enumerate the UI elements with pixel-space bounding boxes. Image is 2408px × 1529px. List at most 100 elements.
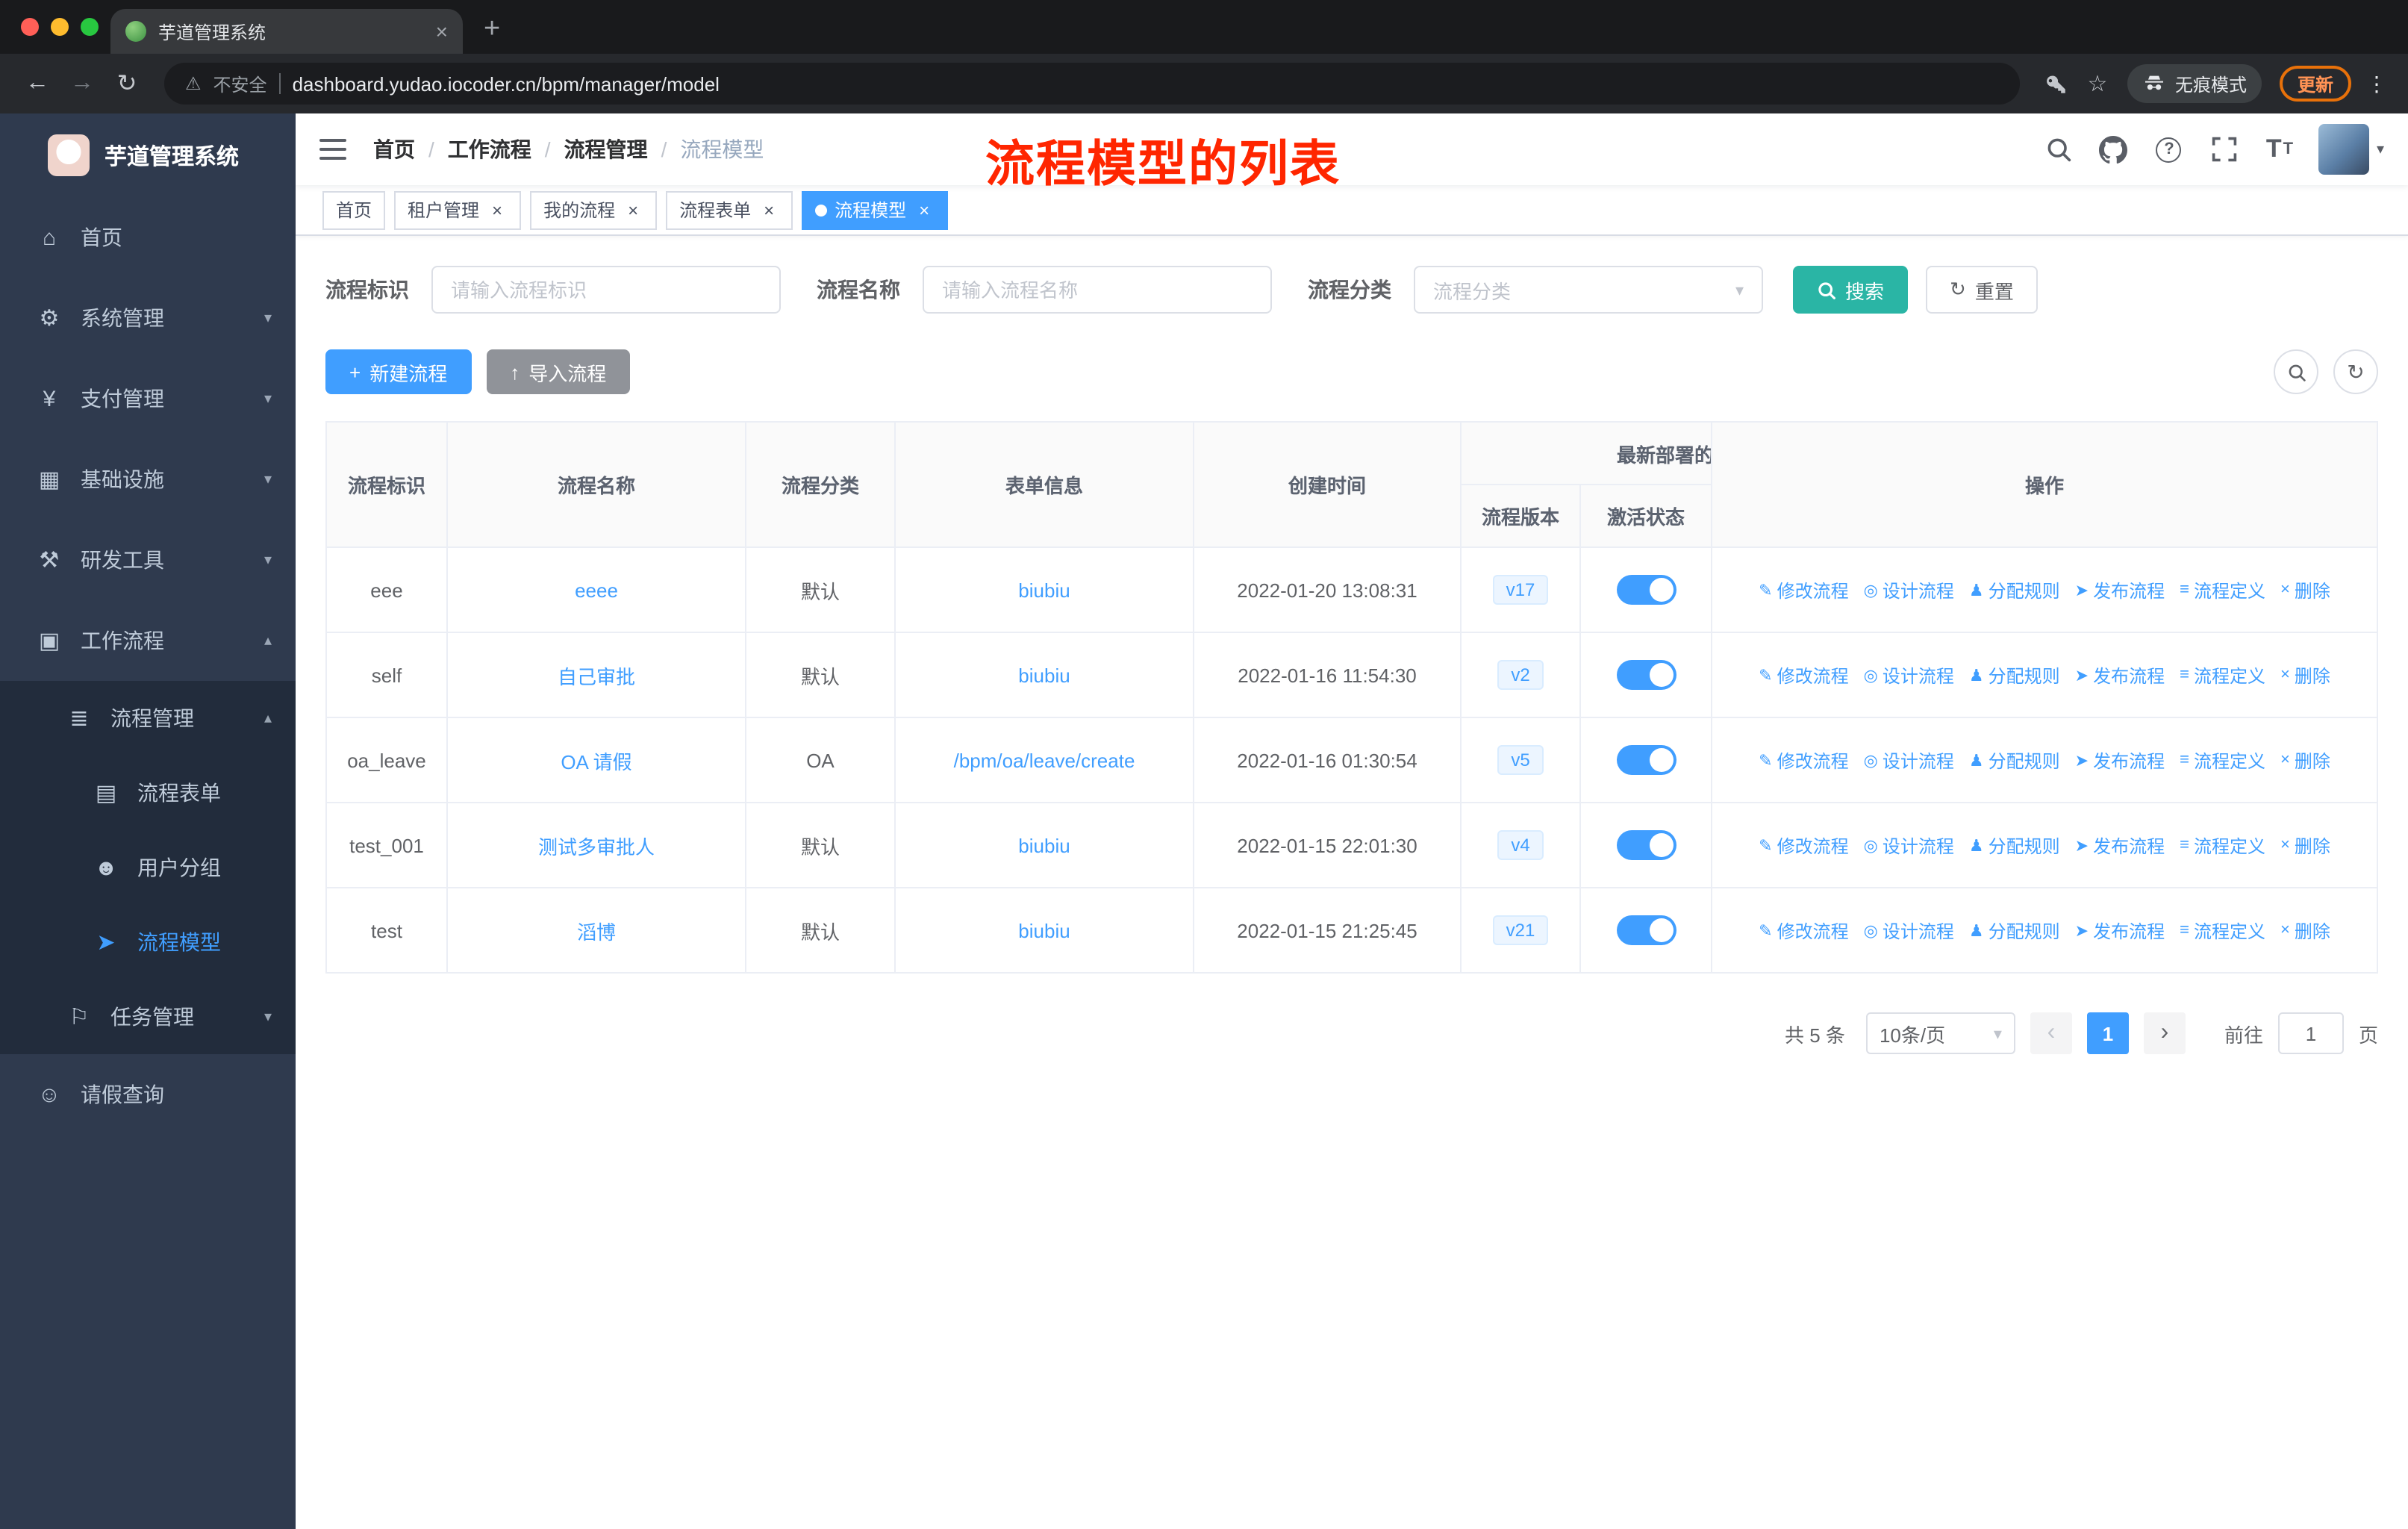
process-name-input[interactable] [923, 266, 1272, 314]
user-avatar[interactable]: ▾ [2318, 124, 2384, 175]
minimize-window-button[interactable] [51, 18, 69, 36]
form-info-link[interactable]: /bpm/oa/leave/create [954, 749, 1135, 771]
sidebar-item-dev-tools[interactable]: ⚒ 研发工具 ▾ [0, 520, 296, 600]
sidebar-item-process-form[interactable]: ▤ 流程表单 [0, 756, 296, 830]
form-info-link[interactable]: biubiu [1018, 664, 1070, 686]
active-toggle[interactable] [1616, 830, 1676, 860]
publish-process-action[interactable]: ➤ 发布流程 [2075, 577, 2165, 602]
process-definition-action[interactable]: ≡ 流程定义 [2180, 832, 2265, 858]
active-toggle[interactable] [1616, 745, 1676, 775]
delete-action[interactable]: × 删除 [2280, 747, 2330, 773]
security-label[interactable]: 不安全 [213, 71, 267, 96]
process-category-select[interactable]: 流程分类 ▾ [1414, 266, 1763, 314]
tag-close-icon[interactable]: × [758, 199, 779, 220]
refresh-table-button[interactable]: ↻ [2333, 349, 2378, 394]
modify-process-action[interactable]: ✎ 修改流程 [1759, 918, 1848, 943]
sidebar-item-system-management[interactable]: ⚙ 系统管理 ▾ [0, 278, 296, 358]
design-process-action[interactable]: ◎ 设计流程 [1864, 918, 1954, 943]
tag-close-icon[interactable]: × [487, 199, 508, 220]
sidebar-item-infrastructure[interactable]: ▦ 基础设施 ▾ [0, 439, 296, 520]
version-badge[interactable]: v4 [1497, 830, 1544, 860]
address-bar[interactable]: ⚠ 不安全 dashboard.yudao.iocoder.cn/bpm/man… [164, 63, 2020, 105]
sidebar-toggle-button[interactable] [319, 139, 346, 160]
version-badge[interactable]: v17 [1492, 575, 1549, 605]
new-tab-button[interactable]: + [484, 9, 500, 51]
tag-tenant-management[interactable]: 租户管理 × [394, 190, 522, 229]
form-info-link[interactable]: biubiu [1018, 919, 1070, 941]
create-process-button[interactable]: + 新建流程 [325, 349, 472, 394]
reset-button[interactable]: ↻ 重置 [1926, 266, 2038, 314]
assign-rule-action[interactable]: ♟ 分配规则 [1969, 832, 2060, 858]
publish-process-action[interactable]: ➤ 发布流程 [2075, 832, 2165, 858]
fullscreen-icon[interactable] [2208, 133, 2241, 166]
sidebar-item-process-model[interactable]: ➤ 流程模型 [0, 905, 296, 980]
modify-process-action[interactable]: ✎ 修改流程 [1759, 577, 1848, 602]
assign-rule-action[interactable]: ♟ 分配规则 [1969, 662, 2060, 688]
github-icon[interactable] [2097, 133, 2130, 166]
assign-rule-action[interactable]: ♟ 分配规则 [1969, 577, 2060, 602]
modify-process-action[interactable]: ✎ 修改流程 [1759, 662, 1848, 688]
process-name-link[interactable]: 测试多审批人 [538, 835, 655, 858]
font-size-icon[interactable]: TT [2263, 133, 2296, 166]
design-process-action[interactable]: ◎ 设计流程 [1864, 662, 1954, 688]
design-process-action[interactable]: ◎ 设计流程 [1864, 832, 1954, 858]
forward-button[interactable]: → [63, 70, 102, 97]
url-text[interactable]: dashboard.yudao.iocoder.cn/bpm/manager/m… [293, 72, 720, 95]
zoom-window-button[interactable] [81, 18, 99, 36]
design-process-action[interactable]: ◎ 设计流程 [1864, 577, 1954, 602]
sidebar-item-task-management[interactable]: ⚐ 任务管理 ▾ [0, 980, 296, 1054]
tag-my-process[interactable]: 我的流程 × [530, 190, 658, 229]
breadcrumb-home[interactable]: 首页 [373, 134, 415, 164]
bookmark-star-icon[interactable]: ☆ [2080, 70, 2115, 97]
back-button[interactable]: ← [18, 70, 57, 97]
goto-page-input[interactable] [2277, 1012, 2344, 1054]
tag-process-model[interactable]: 流程模型 × [802, 190, 949, 229]
browser-tab[interactable]: 芋道管理系统 × [110, 9, 463, 54]
sidebar-item-payment-management[interactable]: ¥ 支付管理 ▾ [0, 358, 296, 439]
next-page-button[interactable]: › [2143, 1012, 2186, 1054]
tag-process-form[interactable]: 流程表单 × [666, 190, 793, 229]
sidebar-item-home[interactable]: ⌂ 首页 [0, 197, 296, 278]
design-process-action[interactable]: ◎ 设计流程 [1864, 747, 1954, 773]
publish-process-action[interactable]: ➤ 发布流程 [2075, 662, 2165, 688]
process-definition-action[interactable]: ≡ 流程定义 [2180, 662, 2265, 688]
tab-close-icon[interactable]: × [436, 19, 448, 43]
active-toggle[interactable] [1616, 915, 1676, 945]
version-badge[interactable]: v5 [1497, 745, 1544, 775]
process-definition-action[interactable]: ≡ 流程定义 [2180, 577, 2265, 602]
close-window-button[interactable] [21, 18, 39, 36]
publish-process-action[interactable]: ➤ 发布流程 [2075, 747, 2165, 773]
process-name-link[interactable]: 滔博 [577, 921, 616, 943]
process-name-link[interactable]: OA 请假 [561, 750, 631, 773]
tag-close-icon[interactable]: × [623, 199, 643, 220]
modify-process-action[interactable]: ✎ 修改流程 [1759, 747, 1848, 773]
form-info-link[interactable]: biubiu [1018, 579, 1070, 601]
password-key-icon[interactable] [2038, 72, 2074, 96]
version-badge[interactable]: v2 [1497, 660, 1544, 690]
import-process-button[interactable]: ↑ 导入流程 [486, 349, 631, 394]
browser-menu-icon[interactable]: ⋮ [2366, 71, 2387, 96]
help-icon[interactable]: ? [2153, 133, 2186, 166]
process-name-link[interactable]: eeee [575, 579, 618, 601]
assign-rule-action[interactable]: ♟ 分配规则 [1969, 918, 2060, 943]
search-icon[interactable] [2042, 133, 2075, 166]
browser-update-button[interactable]: 更新 [2279, 66, 2351, 102]
delete-action[interactable]: × 删除 [2280, 577, 2330, 602]
delete-action[interactable]: × 删除 [2280, 662, 2330, 688]
page-number-button[interactable]: 1 [2086, 1012, 2129, 1054]
publish-process-action[interactable]: ➤ 发布流程 [2075, 918, 2165, 943]
version-badge[interactable]: v21 [1492, 915, 1549, 945]
breadcrumb-process-management[interactable]: 流程管理 [564, 134, 648, 164]
process-definition-action[interactable]: ≡ 流程定义 [2180, 918, 2265, 943]
breadcrumb-workflow[interactable]: 工作流程 [448, 134, 531, 164]
sidebar-item-process-management[interactable]: ≣ 流程管理 ▴ [0, 681, 296, 756]
active-toggle[interactable] [1616, 660, 1676, 690]
form-info-link[interactable]: biubiu [1018, 834, 1070, 856]
modify-process-action[interactable]: ✎ 修改流程 [1759, 832, 1848, 858]
delete-action[interactable]: × 删除 [2280, 918, 2330, 943]
toggle-search-button[interactable] [2274, 349, 2318, 394]
reload-button[interactable]: ↻ [107, 69, 146, 99]
app-logo[interactable]: 芋道管理系统 [0, 113, 296, 197]
prev-page-button[interactable]: ‹ [2030, 1012, 2072, 1054]
process-name-link[interactable]: 自己审批 [558, 665, 635, 688]
